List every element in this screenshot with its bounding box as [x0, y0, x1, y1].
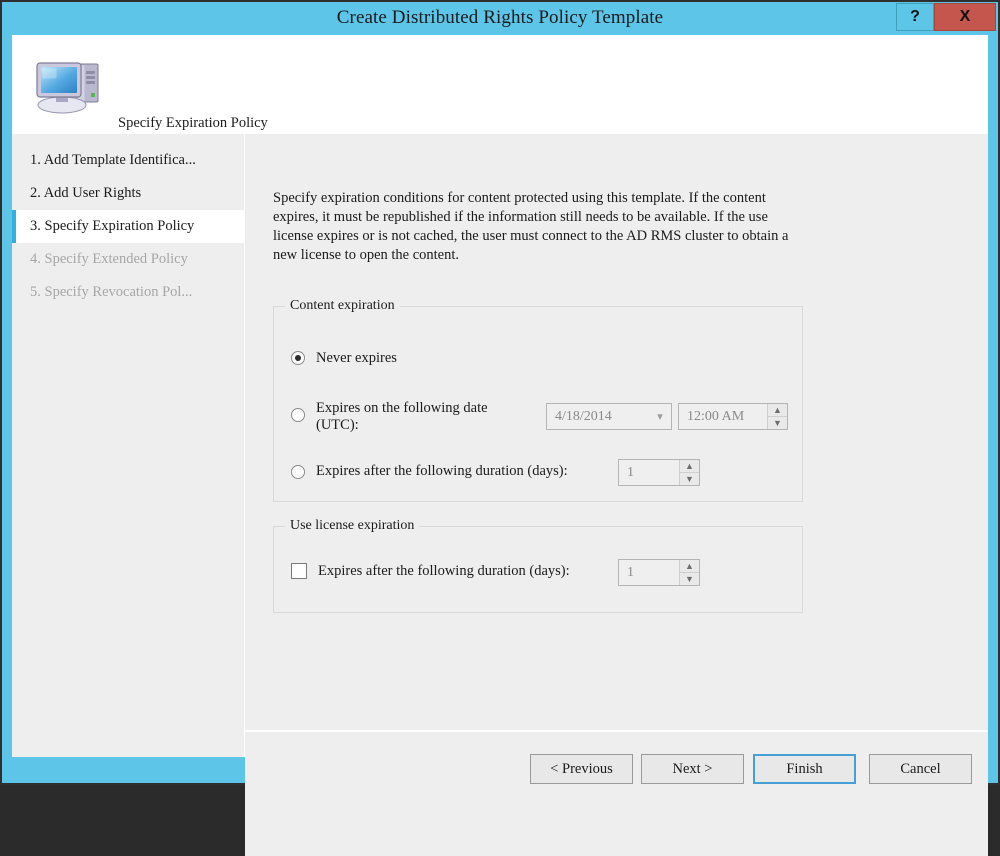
expiration-date-combobox[interactable]: 4/18/2014 ▾	[546, 403, 672, 430]
license-duration-spin-buttons[interactable]: ▲ ▼	[679, 560, 699, 585]
caption-buttons: ? X	[896, 3, 996, 31]
chevron-up-icon[interactable]: ▲	[680, 460, 699, 473]
window-title: Create Distributed Rights Policy Templat…	[336, 7, 664, 28]
content-expiration-legend: Content expiration	[285, 298, 400, 314]
wizard-steps-sidebar: 1. Add Template Identifica... 2. Add Use…	[12, 134, 244, 757]
content-duration-value: 1	[627, 464, 634, 480]
sidebar-item-specify-expiration-policy[interactable]: 3. Specify Expiration Policy	[12, 210, 244, 243]
chevron-down-icon[interactable]: ▼	[768, 417, 787, 429]
license-duration-value: 1	[627, 564, 634, 580]
expiration-date-value: 4/18/2014	[555, 408, 612, 424]
dialog-window: Create Distributed Rights Policy Templat…	[0, 0, 1000, 856]
expiration-time-value: 12:00 AM	[687, 408, 745, 424]
expiration-time-spinner[interactable]: 12:00 AM ▲ ▼	[678, 403, 788, 430]
finish-button[interactable]: Finish	[753, 754, 856, 784]
license-duration-spinner[interactable]: 1 ▲ ▼	[618, 559, 700, 586]
expiration-time-spin-buttons[interactable]: ▲ ▼	[767, 404, 787, 429]
label-expires-on-date: Expires on the following date (UTC):	[316, 400, 488, 433]
title-bar: Create Distributed Rights Policy Templat…	[2, 2, 998, 33]
description-text: Specify expiration conditions for conten…	[273, 190, 789, 263]
dialog-panel: Specify Expiration Policy 1. Add Templat…	[12, 35, 988, 856]
next-button[interactable]: Next >	[641, 754, 744, 784]
chevron-up-icon[interactable]: ▲	[768, 404, 787, 417]
dialog-content: Specify expiration conditions for conten…	[245, 134, 988, 757]
dialog-footer: < Previous Next > Finish Cancel	[245, 732, 988, 856]
label-expires-after-duration: Expires after the following duration (da…	[316, 463, 568, 479]
chevron-down-icon[interactable]: ▼	[680, 473, 699, 485]
chevron-down-icon: ▾	[657, 411, 663, 423]
page-title: Specify Expiration Policy	[118, 115, 268, 131]
sidebar-item-add-user-rights[interactable]: 2. Add User Rights	[12, 177, 244, 210]
content-expiration-group: Content expiration Never expires Expires…	[273, 298, 803, 502]
help-button[interactable]: ?	[896, 3, 934, 31]
chevron-down-icon[interactable]: ▼	[680, 573, 699, 585]
label-never-expires: Never expires	[316, 350, 397, 366]
dialog-header: Specify Expiration Policy	[12, 35, 988, 134]
label-license-expires-after-duration: Expires after the following duration (da…	[318, 563, 570, 579]
sidebar-item-add-template-identification[interactable]: 1. Add Template Identifica...	[12, 144, 244, 177]
radio-expires-after-duration[interactable]	[291, 465, 305, 479]
checkbox-license-expires-after-duration[interactable]	[291, 563, 307, 579]
radio-never-expires[interactable]	[291, 351, 305, 365]
sidebar-item-specify-revocation-policy: 5. Specify Revocation Pol...	[30, 284, 193, 300]
content-duration-spin-buttons[interactable]: ▲ ▼	[679, 460, 699, 485]
previous-button[interactable]: < Previous	[530, 754, 633, 784]
cancel-button[interactable]: Cancel	[869, 754, 972, 784]
radio-expires-on-date[interactable]	[291, 408, 305, 422]
close-button[interactable]: X	[934, 3, 996, 31]
chevron-up-icon[interactable]: ▲	[680, 560, 699, 573]
use-license-expiration-group: Use license expiration Expires after the…	[273, 518, 803, 613]
use-license-expiration-legend: Use license expiration	[285, 518, 420, 534]
content-duration-spinner[interactable]: 1 ▲ ▼	[618, 459, 700, 486]
dialog-main: 1. Add Template Identifica... 2. Add Use…	[12, 134, 988, 856]
computer-icon	[36, 62, 99, 114]
sidebar-item-specify-extended-policy: 4. Specify Extended Policy	[30, 251, 188, 267]
